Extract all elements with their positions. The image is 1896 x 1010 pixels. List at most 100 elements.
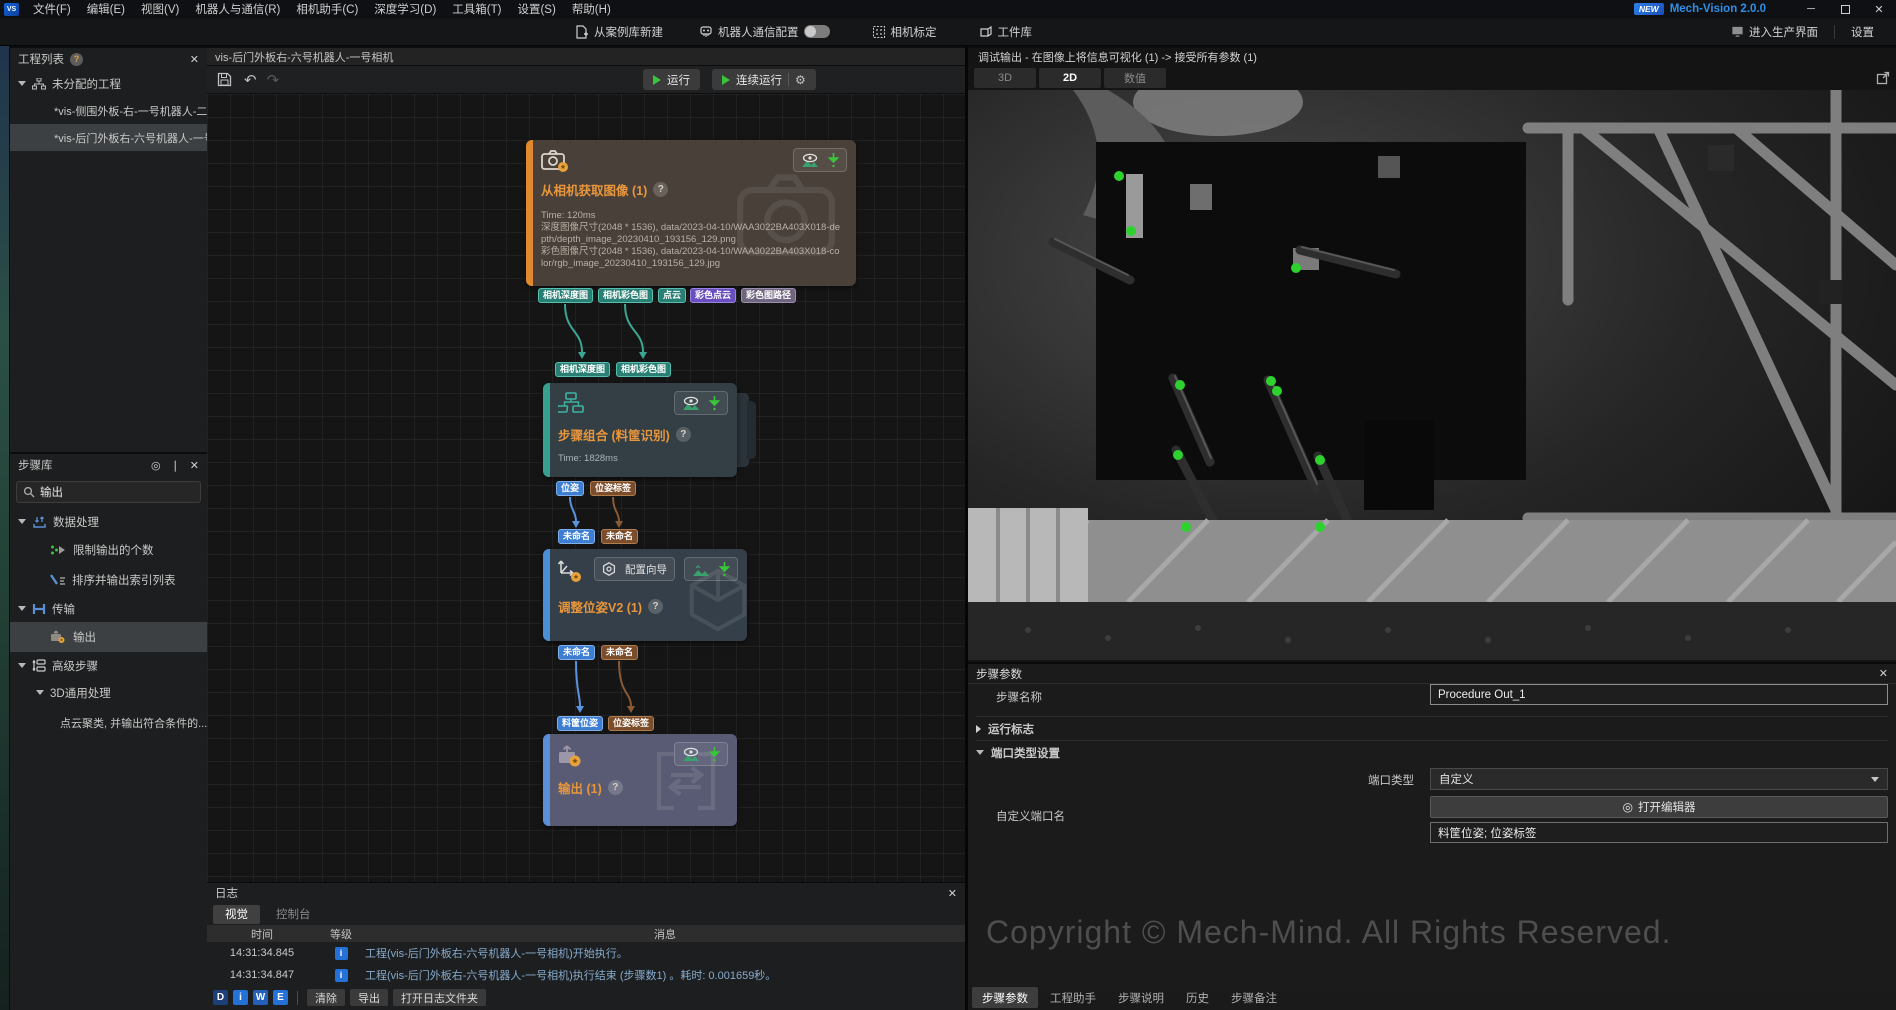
help-icon[interactable]: ? [648, 599, 663, 614]
save-icon[interactable] [217, 72, 232, 87]
chevron-down-icon[interactable] [18, 519, 26, 524]
visualize-eye-icon[interactable] [801, 153, 819, 168]
robot-comm-toggle[interactable] [804, 25, 830, 38]
output-download-icon[interactable] [709, 396, 720, 411]
enter-production-button[interactable]: 进入生产界面 [1721, 18, 1828, 46]
document-tab[interactable]: vis-后门外板右-六号机器人-一号相机 [207, 48, 965, 66]
project-item-selected[interactable]: *vis-后门外板右-六号机器人-一号... [10, 124, 207, 151]
tab-step-description[interactable]: 步骤说明 [1108, 987, 1174, 1008]
chevron-down-icon[interactable] [36, 690, 44, 695]
port-chip[interactable]: 未命名 [558, 645, 595, 660]
log-tab-vision[interactable]: 视觉 [213, 905, 260, 924]
open-editor-button[interactable]: ◎ 打开编辑器 [1430, 796, 1888, 818]
view-tab-3d[interactable]: 3D [974, 68, 1036, 88]
graph-canvas[interactable]: 从相机获取图像 (1) ? Time: 120ms 深度图像尺寸(2048 * … [207, 94, 965, 882]
visualize-eye-icon[interactable] [682, 396, 700, 411]
chevron-down-icon[interactable] [976, 750, 984, 755]
log-clear-button[interactable]: 清除 [307, 989, 345, 1006]
maximize-button[interactable] [1828, 0, 1862, 18]
port-chip[interactable]: 料筐位姿 [557, 716, 603, 731]
help-icon[interactable]: ? [608, 780, 623, 795]
log-tab-console[interactable]: 控制台 [264, 905, 323, 924]
view-tab-numeric[interactable]: 数值 [1104, 68, 1166, 88]
node-adjust-poses-v2[interactable]: 配置向导 调整位姿V2 (1) ? [543, 549, 747, 641]
port-chip[interactable]: 位姿 [556, 481, 584, 496]
menu-edit[interactable]: 编辑(E) [79, 0, 133, 18]
step-search-box[interactable] [16, 481, 201, 503]
port-chip[interactable]: 未命名 [601, 645, 638, 660]
config-wizard-button[interactable]: 配置向导 [594, 557, 675, 581]
port-chip[interactable]: 彩色图路径 [741, 288, 796, 303]
port-chip[interactable]: 相机彩色图 [616, 362, 671, 377]
port-chip[interactable]: 彩色点云 [690, 288, 736, 303]
output-download-icon[interactable] [709, 747, 720, 762]
step-search-input[interactable] [40, 486, 180, 498]
robot-comm-config-button[interactable]: 机器人通信配置 [689, 18, 840, 46]
port-chip[interactable]: 位姿标签 [608, 716, 654, 731]
run-button[interactable]: 运行 [643, 69, 700, 90]
output-download-icon[interactable] [828, 153, 839, 168]
custom-port-name-input[interactable] [1430, 822, 1888, 843]
menu-help[interactable]: 帮助(H) [564, 0, 619, 18]
log-filter-debug[interactable]: D [213, 990, 228, 1005]
log-filter-info[interactable]: i [233, 990, 248, 1005]
step-group-transfer[interactable]: 传输 [10, 595, 207, 622]
camera-2d-image[interactable] [968, 90, 1896, 660]
open-in-new-window-icon[interactable] [1876, 71, 1890, 85]
port-chip[interactable]: 位姿标签 [590, 481, 636, 496]
step-item-sort-output[interactable]: 排序并输出索引列表 [10, 565, 207, 595]
workpiece-library-button[interactable]: 工件库 [969, 18, 1043, 46]
log-filter-error[interactable]: E [273, 990, 288, 1005]
tab-step-parameters[interactable]: 步骤参数 [972, 987, 1038, 1008]
close-icon[interactable]: ✕ [190, 53, 199, 66]
view-tab-2d[interactable]: 2D [1039, 68, 1101, 88]
log-filter-warn[interactable]: W [253, 990, 268, 1005]
help-icon[interactable]: ? [653, 182, 668, 197]
log-row[interactable]: 14:31:34.845 i 工程(vis-后门外板右-六号机器人-一号相机)开… [207, 942, 965, 964]
gear-icon[interactable]: ◎ [151, 459, 161, 472]
pin-icon[interactable]: ❘ [171, 459, 180, 472]
menu-toolbox[interactable]: 工具箱(T) [444, 0, 509, 18]
visualize-eye-icon[interactable] [682, 747, 700, 762]
node-output[interactable]: 输出 (1) ? [543, 734, 737, 826]
node-capture-from-camera[interactable]: 从相机获取图像 (1) ? Time: 120ms 深度图像尺寸(2048 * … [526, 140, 856, 286]
new-from-case-button[interactable]: 从案例库新建 [565, 18, 673, 46]
close-icon[interactable]: ✕ [1879, 667, 1888, 680]
step-name-input[interactable] [1430, 684, 1888, 705]
step-group-3d-processing[interactable]: 3D通用处理 [10, 679, 207, 706]
port-type-settings-section[interactable]: 端口类型设置 [976, 740, 1888, 764]
minimize-button[interactable]: ─ [1794, 0, 1828, 18]
chevron-down-icon[interactable] [18, 606, 26, 611]
menu-deep-learning[interactable]: 深度学习(D) [366, 0, 444, 18]
chevron-right-icon[interactable] [976, 725, 981, 733]
chevron-down-icon[interactable] [18, 663, 26, 668]
port-chip[interactable]: 未命名 [558, 529, 595, 544]
help-icon[interactable]: ? [676, 427, 691, 442]
run-settings-gear-icon[interactable]: ⚙ [795, 73, 806, 87]
camera-calibration-button[interactable]: 相机标定 [862, 18, 947, 46]
port-chip[interactable]: 相机深度图 [538, 288, 593, 303]
step-group-data-processing[interactable]: 数据处理 [10, 508, 207, 535]
menu-robot-comm[interactable]: 机器人与通信(R) [187, 0, 288, 18]
port-chip[interactable]: 未命名 [601, 529, 638, 544]
tab-project-assistant[interactable]: 工程助手 [1040, 987, 1106, 1008]
close-icon[interactable]: ✕ [948, 887, 957, 900]
port-chip[interactable]: 点云 [658, 288, 686, 303]
undo-icon[interactable]: ↶ [244, 71, 257, 89]
run-flags-section[interactable]: 运行标志 [976, 716, 1888, 740]
log-open-folder-button[interactable]: 打开日志文件夹 [393, 989, 486, 1006]
redo-icon[interactable]: ↷ [267, 71, 280, 89]
step-item-point-cloud-cluster[interactable]: 点云聚类, 并输出符合条件的... [10, 706, 207, 740]
close-button[interactable]: ✕ [1862, 0, 1896, 18]
tab-step-notes[interactable]: 步骤备注 [1221, 987, 1287, 1008]
visualize-eye-icon[interactable] [692, 562, 710, 577]
help-icon[interactable]: ? [70, 53, 83, 66]
log-row[interactable]: 14:31:34.847 i 工程(vis-后门外板右-六号机器人-一号相机)执… [207, 964, 965, 986]
step-item-output-selected[interactable]: 输出 [10, 622, 207, 652]
close-icon[interactable]: ✕ [190, 459, 199, 472]
menu-file[interactable]: 文件(F) [25, 0, 79, 18]
node-procedure-basket-recognition[interactable]: 步骤组合 (料筐识别) ? Time: 1828ms [543, 383, 737, 477]
log-export-button[interactable]: 导出 [350, 989, 388, 1006]
project-item[interactable]: *vis-侧围外板-右-一号机器人-二号... [10, 97, 207, 124]
step-item-limit-output[interactable]: 限制输出的个数 [10, 535, 207, 565]
